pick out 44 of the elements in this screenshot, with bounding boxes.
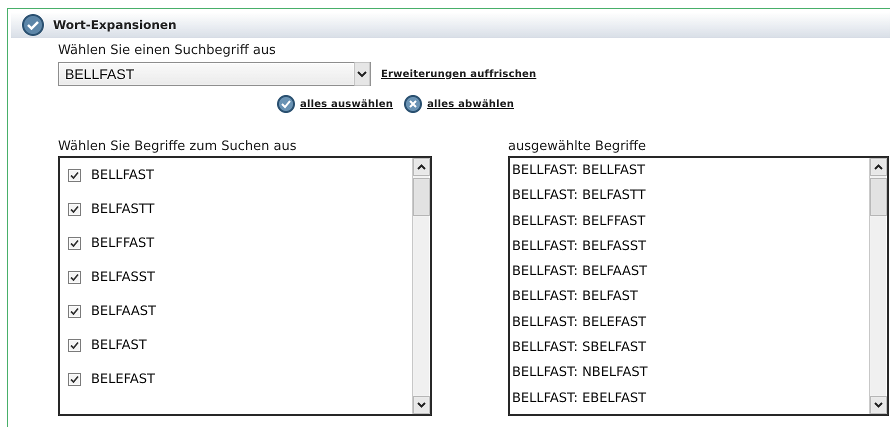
selected-term[interactable]: BELLFAST: BELFASST [510, 234, 869, 260]
checkbox[interactable] [68, 236, 81, 250]
selected-term[interactable]: BELLFAST: BELLFAST [510, 158, 869, 184]
terms-label: Wählen Sie Begriffe zum Suchen aus [58, 138, 298, 156]
selected-term[interactable]: BELLFAST: SBELFAST [510, 335, 869, 360]
checkbox[interactable] [68, 372, 81, 386]
search-term-label: Wählen Sie einen Suchbegriff aus [58, 42, 277, 60]
term-label: BELEFAST [91, 372, 155, 386]
scroll-down-icon[interactable] [870, 396, 887, 414]
term-label: BELFASST [91, 270, 155, 284]
checkbox[interactable] [68, 168, 81, 182]
scroll-down-icon[interactable] [413, 396, 430, 414]
refresh-link[interactable]: Erweiterungen auffrischen [381, 68, 536, 80]
caret-icon [354, 62, 370, 86]
selected-term[interactable]: BELLFAST: BELEFAST [510, 310, 869, 336]
action-link[interactable]: alles abwählen [427, 98, 514, 110]
term-label: BELFAST [91, 338, 147, 352]
term-label: BELFASTT [91, 202, 154, 216]
selected-term[interactable]: BELLFAST: EBELFAST [510, 386, 869, 411]
checkbox[interactable] [68, 304, 81, 318]
selected-term[interactable]: BELLFAST: BELFAAST [510, 259, 869, 284]
close-icon [403, 94, 424, 114]
checkbox[interactable] [68, 202, 81, 216]
selected-term[interactable]: BELLFAST: BELFAST [510, 284, 869, 310]
check-icon [276, 94, 296, 114]
term-label: BELFAAST [91, 304, 156, 318]
checkbox[interactable] [68, 338, 81, 352]
selected-term[interactable]: BELLFAST: NBELFAST [510, 360, 869, 386]
term-label: BELFFAST [91, 236, 154, 250]
scroll-up-icon[interactable] [870, 158, 887, 176]
selected-term[interactable]: BELLFAST: BELFASTT [510, 183, 869, 209]
check-icon [21, 13, 45, 37]
selected-term[interactable]: BELLFAST: BELFFAST [510, 208, 869, 234]
checkbox[interactable] [68, 270, 81, 284]
panel-title: Wort-Expansionen [53, 18, 177, 32]
scrollbar[interactable] [869, 158, 887, 414]
search-term-dropdown[interactable]: BELLFAST [58, 62, 371, 86]
action-link[interactable]: alles auswählen [300, 98, 394, 110]
scroll-up-icon[interactable] [413, 158, 430, 176]
scrollbar[interactable] [412, 158, 430, 414]
term-label: BELLFAST [91, 168, 154, 182]
selected-terms-label: ausgewählte Begriffe [508, 138, 647, 156]
scrollbar-thumb[interactable] [413, 178, 430, 216]
scrollbar-thumb[interactable] [870, 178, 887, 216]
